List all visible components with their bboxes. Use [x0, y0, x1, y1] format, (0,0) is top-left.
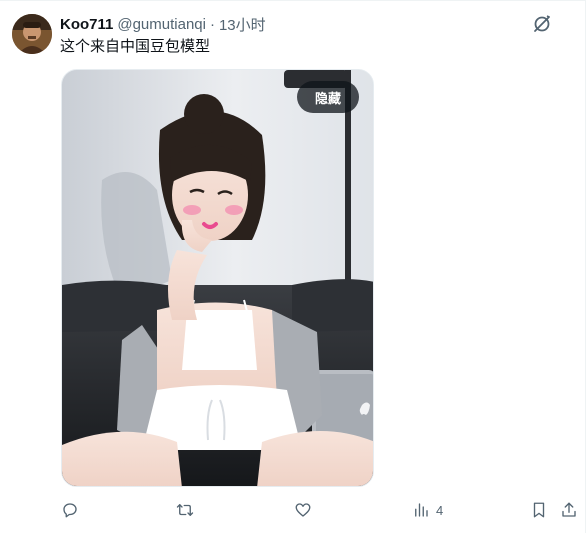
tweet-header: Koo711 @gumutianqi · 13小时	[60, 14, 266, 34]
timestamp[interactable]: 13小时	[219, 14, 266, 35]
action-bar: 4	[0, 498, 586, 524]
views-button[interactable]: 4	[412, 498, 443, 522]
like-button[interactable]	[294, 498, 312, 522]
bar-chart-icon	[415, 503, 428, 517]
heart-icon	[295, 503, 311, 517]
separator: ·	[209, 15, 215, 33]
share-button[interactable]	[560, 498, 578, 522]
hide-media-button[interactable]: 隐藏	[297, 81, 359, 113]
bookmark-icon	[533, 502, 545, 518]
tweet-card[interactable]: Koo711 @gumutianqi · 13小时 这个来自中国豆包模型 隐藏 …	[0, 0, 586, 533]
share-icon	[562, 502, 576, 517]
photo	[62, 70, 373, 486]
user-handle[interactable]: @gumutianqi	[117, 16, 206, 33]
reply-button[interactable]	[61, 498, 79, 522]
divider	[0, 0, 586, 1]
avatar-image	[12, 14, 52, 54]
reply-icon	[63, 503, 77, 518]
views-count: 4	[436, 502, 444, 518]
bookmark-button[interactable]	[530, 498, 548, 522]
display-name[interactable]: Koo711	[60, 16, 113, 33]
tweet-image[interactable]	[61, 69, 374, 487]
retweet-icon	[176, 504, 194, 516]
retweet-button[interactable]	[176, 498, 194, 522]
grok-icon[interactable]	[532, 14, 552, 34]
tweet-text: 这个来自中国豆包模型	[60, 38, 211, 55]
avatar[interactable]	[12, 14, 52, 54]
